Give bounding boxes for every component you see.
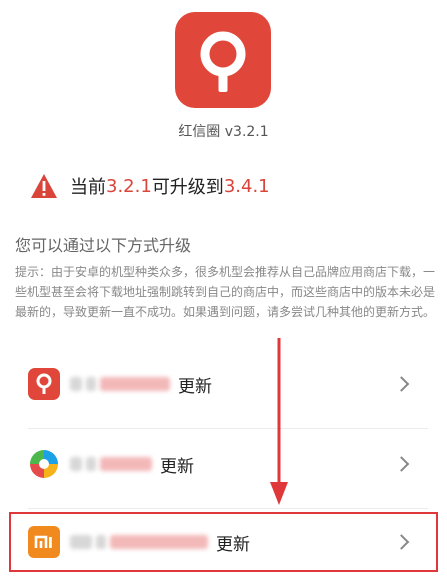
annotation-arrow-icon (270, 338, 288, 505)
